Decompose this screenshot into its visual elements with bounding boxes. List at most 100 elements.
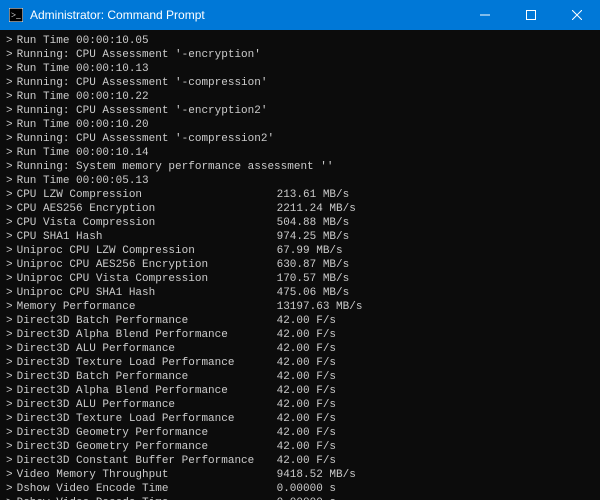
metric-label: Direct3D Batch Performance (17, 370, 277, 384)
titlebar[interactable]: >_ Administrator: Command Prompt (0, 0, 600, 30)
metric-label: Uniproc CPU AES256 Encryption (17, 258, 277, 272)
line-prefix: > (6, 216, 17, 230)
metric-value: 42.00 F/s (277, 328, 336, 342)
output-line: >Running: CPU Assessment '-compression' (6, 76, 594, 90)
metric-value: 213.61 MB/s (277, 188, 350, 202)
metric-label: Direct3D ALU Performance (17, 398, 277, 412)
svg-text:>_: >_ (11, 10, 21, 20)
metric-value: 0.00000 s (277, 482, 336, 496)
metric-value: 42.00 F/s (277, 440, 336, 454)
metric-value: 42.00 F/s (277, 384, 336, 398)
line-text: Uniproc CPU LZW Compression67.99 MB/s (17, 244, 594, 258)
line-text: Running: CPU Assessment '-encryption2' (17, 104, 594, 118)
metric-label: Uniproc CPU LZW Compression (17, 244, 277, 258)
line-text: Direct3D Alpha Blend Performance42.00 F/… (17, 384, 594, 398)
output-line: >CPU LZW Compression213.61 MB/s (6, 188, 594, 202)
line-prefix: > (6, 202, 17, 216)
metric-value: 2211.24 MB/s (277, 202, 356, 216)
output-line: >Uniproc CPU Vista Compression170.57 MB/… (6, 272, 594, 286)
metric-label: Dshow Video Decode Time (17, 496, 277, 500)
line-prefix: > (6, 384, 17, 398)
line-prefix: > (6, 104, 17, 118)
line-prefix: > (6, 132, 17, 146)
output-line: >Direct3D ALU Performance42.00 F/s (6, 398, 594, 412)
close-button[interactable] (554, 0, 600, 30)
output-line: >Dshow Video Decode Time0.00000 s (6, 496, 594, 500)
metric-value: 504.88 MB/s (277, 216, 350, 230)
maximize-icon (526, 10, 536, 20)
line-text: CPU SHA1 Hash974.25 MB/s (17, 230, 594, 244)
line-prefix: > (6, 174, 17, 188)
line-prefix: > (6, 300, 17, 314)
line-text: Dshow Video Encode Time0.00000 s (17, 482, 594, 496)
output-line: >Run Time 00:00:10.22 (6, 90, 594, 104)
metric-label: Direct3D Batch Performance (17, 314, 277, 328)
line-prefix: > (6, 34, 17, 48)
metric-value: 42.00 F/s (277, 370, 336, 384)
metric-label: Direct3D Constant Buffer Performance (17, 454, 277, 468)
metric-label: Uniproc CPU SHA1 Hash (17, 286, 277, 300)
line-prefix: > (6, 314, 17, 328)
line-text: Running: System memory performance asses… (17, 160, 594, 174)
output-line: >Memory Performance13197.63 MB/s (6, 300, 594, 314)
metric-label: Direct3D Texture Load Performance (17, 412, 277, 426)
output-line: >Run Time 00:00:10.05 (6, 34, 594, 48)
metric-label: CPU SHA1 Hash (17, 230, 277, 244)
line-text: Direct3D Geometry Performance42.00 F/s (17, 426, 594, 440)
line-text: Run Time 00:00:10.14 (17, 146, 594, 160)
output-line: >CPU AES256 Encryption2211.24 MB/s (6, 202, 594, 216)
line-text: Run Time 00:00:10.13 (17, 62, 594, 76)
line-prefix: > (6, 230, 17, 244)
metric-label: Direct3D Geometry Performance (17, 426, 277, 440)
metric-label: Direct3D Alpha Blend Performance (17, 384, 277, 398)
output-line: >Video Memory Throughput9418.52 MB/s (6, 468, 594, 482)
line-text: Uniproc CPU SHA1 Hash475.06 MB/s (17, 286, 594, 300)
metric-value: 475.06 MB/s (277, 286, 350, 300)
minimize-button[interactable] (462, 0, 508, 30)
line-text: Dshow Video Decode Time0.00000 s (17, 496, 594, 500)
output-line: >Direct3D Alpha Blend Performance42.00 F… (6, 328, 594, 342)
output-line: >Direct3D Batch Performance42.00 F/s (6, 314, 594, 328)
line-prefix: > (6, 62, 17, 76)
line-prefix: > (6, 454, 17, 468)
line-text: Running: CPU Assessment '-compression' (17, 76, 594, 90)
line-prefix: > (6, 48, 17, 62)
line-text: Direct3D Texture Load Performance42.00 F… (17, 356, 594, 370)
output-line: >Running: CPU Assessment '-encryption' (6, 48, 594, 62)
metric-value: 9418.52 MB/s (277, 468, 356, 482)
metric-label: Uniproc CPU Vista Compression (17, 272, 277, 286)
metric-value: 0.00000 s (277, 496, 336, 500)
metric-label: Direct3D Alpha Blend Performance (17, 328, 277, 342)
line-text: CPU LZW Compression213.61 MB/s (17, 188, 594, 202)
maximize-button[interactable] (508, 0, 554, 30)
line-text: Direct3D Constant Buffer Performance42.0… (17, 454, 594, 468)
output-line: >CPU Vista Compression504.88 MB/s (6, 216, 594, 230)
terminal-area[interactable]: >Run Time 00:00:10.05>Running: CPU Asses… (0, 30, 600, 500)
window-title: Administrator: Command Prompt (30, 8, 462, 22)
line-prefix: > (6, 76, 17, 90)
line-text: Direct3D Texture Load Performance42.00 F… (17, 412, 594, 426)
output-line: >Running: CPU Assessment '-encryption2' (6, 104, 594, 118)
line-prefix: > (6, 426, 17, 440)
line-prefix: > (6, 468, 17, 482)
metric-label: Direct3D Geometry Performance (17, 440, 277, 454)
line-text: Direct3D Geometry Performance42.00 F/s (17, 440, 594, 454)
line-prefix: > (6, 118, 17, 132)
line-text: Direct3D ALU Performance42.00 F/s (17, 342, 594, 356)
output-line: >Dshow Video Encode Time0.00000 s (6, 482, 594, 496)
line-prefix: > (6, 90, 17, 104)
line-prefix: > (6, 188, 17, 202)
metric-label: Video Memory Throughput (17, 468, 277, 482)
output-line: >Uniproc CPU SHA1 Hash475.06 MB/s (6, 286, 594, 300)
line-text: Run Time 00:00:10.20 (17, 118, 594, 132)
line-prefix: > (6, 342, 17, 356)
output-line: >Run Time 00:00:10.13 (6, 62, 594, 76)
line-text: Memory Performance13197.63 MB/s (17, 300, 594, 314)
line-prefix: > (6, 272, 17, 286)
cmd-icon: >_ (8, 7, 24, 23)
line-prefix: > (6, 328, 17, 342)
line-text: Video Memory Throughput9418.52 MB/s (17, 468, 594, 482)
line-text: Direct3D Batch Performance42.00 F/s (17, 370, 594, 384)
line-text: CPU Vista Compression504.88 MB/s (17, 216, 594, 230)
line-text: Direct3D ALU Performance42.00 F/s (17, 398, 594, 412)
